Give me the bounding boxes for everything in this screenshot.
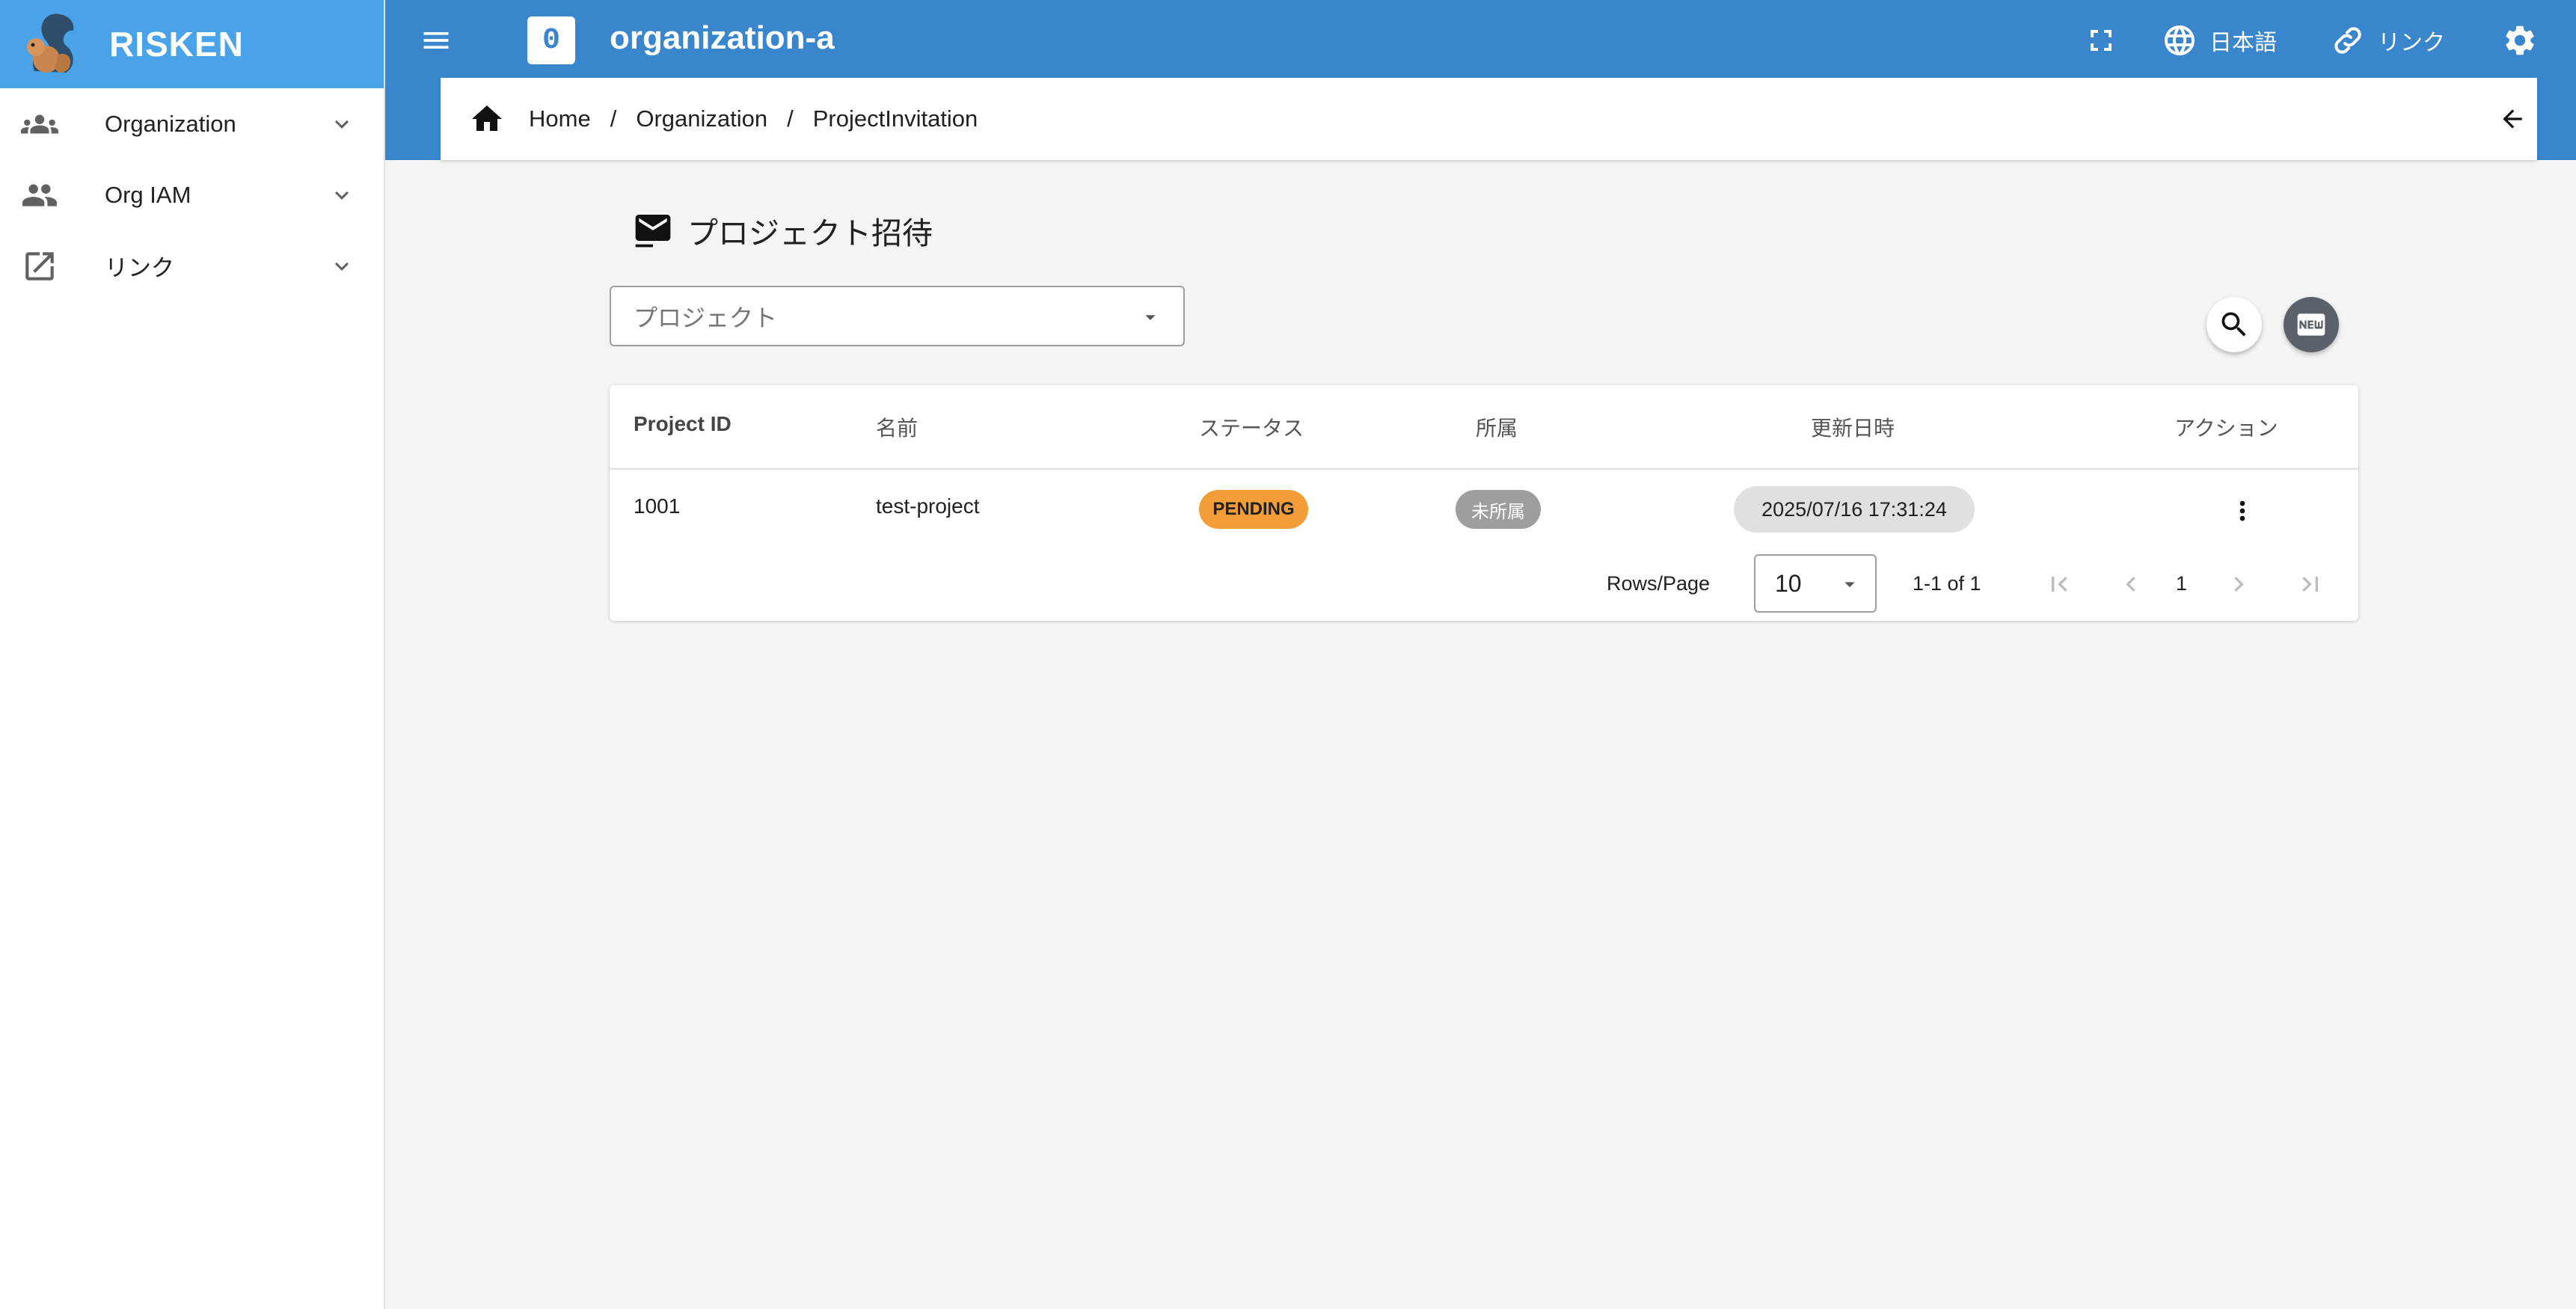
arrow-drop-down-icon bbox=[1844, 582, 1855, 587]
sidebar-item-label: リンク bbox=[105, 255, 174, 281]
breadcrumb: Home / Organization / ProjectInvitation bbox=[441, 78, 2537, 160]
home-icon[interactable] bbox=[469, 101, 505, 137]
search-button[interactable] bbox=[2207, 297, 2262, 352]
page-title: プロジェクト招待 bbox=[687, 216, 933, 251]
pagination-range: 1-1 of 1 bbox=[1913, 572, 1981, 595]
chevron-down-icon bbox=[335, 120, 349, 129]
arrow-back-icon[interactable] bbox=[2498, 105, 2527, 133]
breadcrumb-home[interactable]: Home bbox=[529, 105, 591, 132]
invitation-table: Project ID 名前 ステータス 所属 更新日時 アクション 1001 t… bbox=[610, 385, 2358, 621]
org-avatar-letter: 0 bbox=[542, 23, 560, 58]
language-label: 日本語 bbox=[2209, 31, 2277, 55]
breadcrumb-current: ProjectInvitation bbox=[812, 105, 978, 132]
org-name[interactable]: organization-a bbox=[610, 19, 835, 57]
first-page-icon[interactable] bbox=[2044, 569, 2074, 599]
project-select[interactable]: プロジェクト bbox=[610, 286, 1185, 346]
fullscreen-icon bbox=[2091, 30, 2112, 51]
chevron-left-icon[interactable] bbox=[2116, 569, 2146, 599]
chevron-down-icon bbox=[335, 262, 349, 271]
affiliation-badge: 未所属 bbox=[1456, 490, 1541, 529]
sidebar-item-organization[interactable]: Organization bbox=[0, 88, 384, 159]
column-header-affiliation[interactable]: 所属 bbox=[1476, 412, 1518, 442]
cell-project-id: 1001 bbox=[634, 494, 681, 518]
people-icon bbox=[21, 177, 58, 214]
fullscreen-button[interactable] bbox=[2083, 22, 2119, 58]
link-icon bbox=[2334, 27, 2361, 54]
breadcrumb-separator: / bbox=[610, 105, 617, 132]
new-badge-icon bbox=[2297, 313, 2325, 336]
column-header-name[interactable]: 名前 bbox=[876, 412, 918, 442]
rows-per-page-select[interactable]: 10 bbox=[1754, 554, 1877, 613]
link-menu-button[interactable]: リンク bbox=[2330, 22, 2445, 58]
column-header-actions: アクション bbox=[2174, 417, 2278, 440]
sidebar-item-org-iam[interactable]: Org IAM bbox=[0, 159, 384, 230]
settings-button[interactable] bbox=[2502, 22, 2538, 58]
gear-icon bbox=[2506, 25, 2534, 55]
brand-name: RISKEN bbox=[109, 25, 244, 64]
sidebar-item-links[interactable]: リンク bbox=[0, 230, 384, 301]
mail-icon bbox=[635, 215, 671, 248]
chevron-right-icon[interactable] bbox=[2224, 569, 2254, 599]
groups-icon bbox=[21, 105, 58, 143]
breadcrumb-organization[interactable]: Organization bbox=[636, 105, 767, 132]
language-button[interactable]: 日本語 bbox=[2162, 22, 2277, 58]
breadcrumb-separator: / bbox=[787, 105, 794, 132]
last-page-icon[interactable] bbox=[2296, 569, 2325, 599]
chevron-down-icon bbox=[335, 191, 349, 200]
status-badge: PENDING bbox=[1199, 490, 1308, 529]
sidebar-item-label: Org IAM bbox=[105, 181, 191, 208]
column-header-status[interactable]: ステータス bbox=[1199, 412, 1304, 442]
menu-icon[interactable] bbox=[420, 24, 453, 57]
page-header: プロジェクト招待 bbox=[632, 208, 933, 253]
open-in-new-icon bbox=[21, 248, 58, 285]
brand-header[interactable]: RISKEN bbox=[0, 0, 384, 88]
new-invitation-button[interactable] bbox=[2284, 297, 2339, 352]
sidebar-item-label: Organization bbox=[105, 110, 236, 137]
rows-per-page-value: 10 bbox=[1775, 569, 1802, 597]
project-select-placeholder: プロジェクト bbox=[634, 304, 778, 331]
globe-icon bbox=[2165, 25, 2195, 55]
column-header-project-id[interactable]: Project ID bbox=[634, 412, 732, 436]
org-avatar: 0 bbox=[527, 16, 575, 64]
cell-name: test-project bbox=[876, 494, 980, 518]
rows-per-page-label: Rows/Page bbox=[1607, 572, 1711, 595]
arrow-drop-down-icon bbox=[1145, 315, 1156, 320]
app-bar: 0 organization-a 日本語 リンク Home / Organiza… bbox=[385, 0, 2576, 160]
more-vert-icon[interactable] bbox=[2227, 496, 2257, 526]
column-header-updated-at[interactable]: 更新日時 bbox=[1811, 412, 1895, 442]
search-icon bbox=[2221, 312, 2246, 337]
app-bar-row: 0 organization-a 日本語 リンク bbox=[385, 0, 2576, 78]
header-divider bbox=[610, 468, 2358, 470]
link-label: リンク bbox=[2378, 31, 2445, 55]
current-page: 1 bbox=[2176, 572, 2188, 595]
squirrel-logo bbox=[27, 13, 74, 73]
updated-at-chip: 2025/07/16 17:31:24 bbox=[1734, 486, 1975, 533]
sidebar: RISKEN Organization Org IAM リンク bbox=[0, 0, 385, 1309]
